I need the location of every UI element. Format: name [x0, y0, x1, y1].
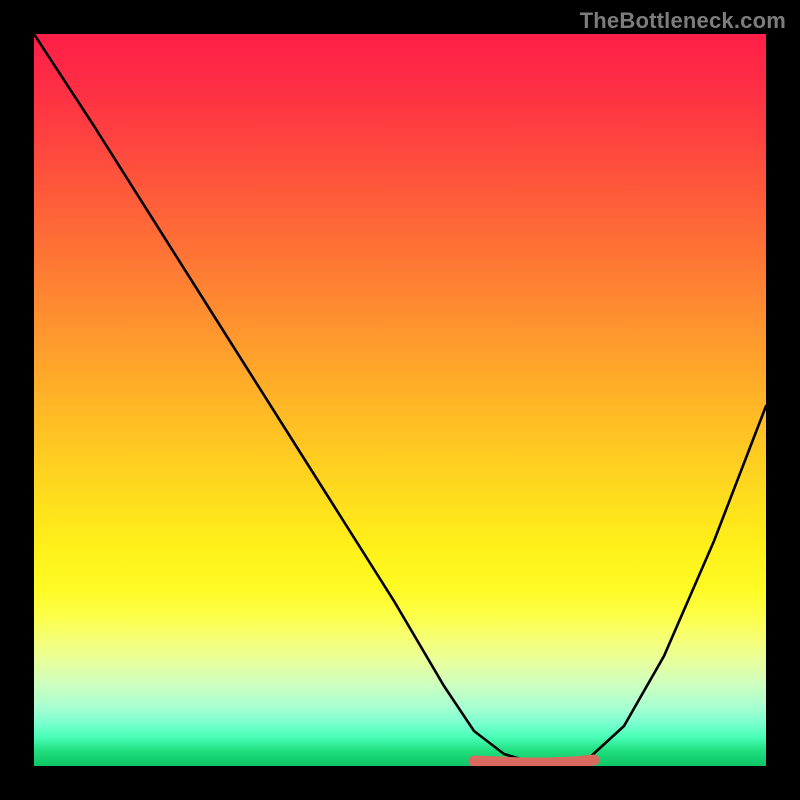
bottleneck-curve — [34, 34, 766, 763]
flat-marker — [474, 760, 594, 763]
plot-area — [34, 34, 766, 766]
watermark-text: TheBottleneck.com — [580, 8, 786, 34]
frame: TheBottleneck.com — [0, 0, 800, 800]
chart-svg — [34, 34, 766, 766]
